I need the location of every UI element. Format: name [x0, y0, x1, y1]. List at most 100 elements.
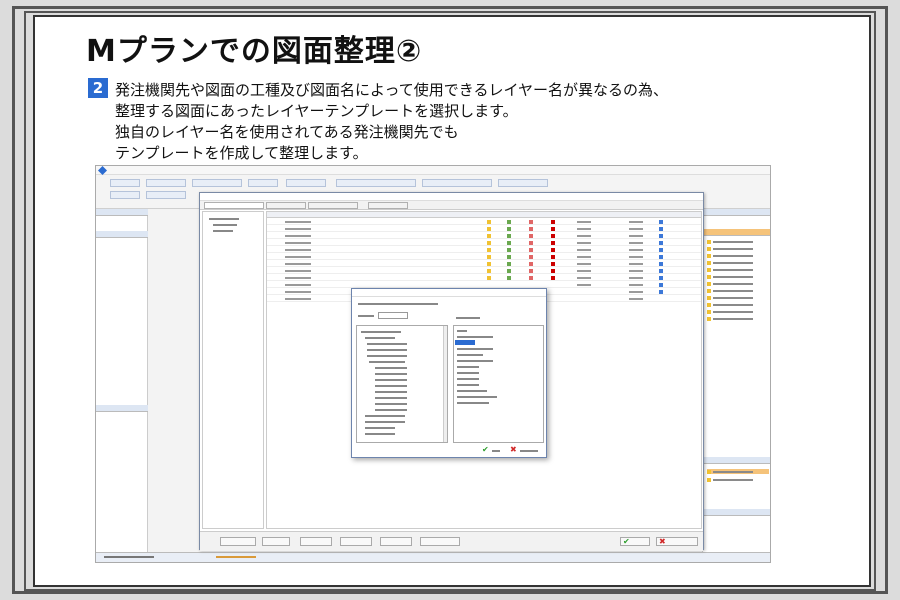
layer-row[interactable]	[707, 253, 769, 258]
layer-row-selected[interactable]	[707, 469, 769, 474]
list-item[interactable]	[457, 354, 483, 356]
status-text	[104, 556, 154, 558]
layer-row[interactable]	[707, 288, 769, 293]
ok-label	[492, 450, 500, 452]
dialog-button[interactable]	[420, 537, 460, 546]
layer-row[interactable]	[707, 477, 769, 482]
body-line-1: 発注機関先や図面の工種及び図面名によって使用できるレイヤー名が異なるの為、	[115, 81, 669, 99]
left-panel-header	[96, 405, 148, 412]
tree-item[interactable]	[375, 397, 407, 399]
table-row[interactable]	[267, 268, 701, 274]
tree-item[interactable]	[365, 433, 395, 435]
list-item[interactable]	[457, 384, 479, 386]
tree-item[interactable]	[365, 421, 405, 423]
tree-item[interactable]	[375, 373, 407, 375]
dialog-button[interactable]	[220, 537, 256, 546]
tree-item[interactable]	[375, 391, 407, 393]
table-row[interactable]	[267, 275, 701, 281]
tree-item[interactable]	[375, 379, 407, 381]
list-item[interactable]	[457, 360, 493, 362]
slide-title: Mプランでの図面整理②	[86, 34, 423, 69]
ribbon-button[interactable]	[422, 179, 492, 187]
dialog-button[interactable]	[300, 537, 332, 546]
tab[interactable]	[368, 202, 408, 209]
layer-row[interactable]	[707, 239, 769, 244]
dialog-titlebar	[352, 289, 546, 297]
ribbon-button[interactable]	[146, 191, 186, 199]
dialog-button[interactable]	[340, 537, 372, 546]
list-item[interactable]	[457, 336, 493, 338]
scrollbar[interactable]	[443, 326, 447, 442]
table-row[interactable]	[267, 240, 701, 246]
ribbon-button[interactable]	[146, 179, 186, 187]
category-dropdown[interactable]	[378, 312, 408, 319]
ribbon-button[interactable]	[192, 179, 242, 187]
tree-item[interactable]	[367, 343, 407, 345]
table-row[interactable]	[267, 219, 701, 225]
category-tree[interactable]	[356, 325, 448, 443]
check-icon: ✔	[623, 537, 630, 546]
tree-item[interactable]	[365, 415, 405, 417]
dialog-button-bar: ✔ ✖	[200, 531, 703, 551]
close-x-icon[interactable]: ✖	[510, 445, 517, 454]
tab[interactable]	[308, 202, 358, 209]
table-row[interactable]	[267, 247, 701, 253]
list-item[interactable]	[457, 348, 493, 350]
ok-button[interactable]: ✔	[620, 537, 650, 546]
dialog-button[interactable]	[380, 537, 412, 546]
body-line-4: テンプレートを作成して整理します。	[115, 144, 368, 162]
list-item[interactable]	[457, 330, 467, 332]
tree-item[interactable]	[375, 385, 407, 387]
tab[interactable]	[266, 202, 306, 209]
tree-item[interactable]	[369, 361, 405, 363]
tree-item[interactable]	[213, 224, 237, 226]
ribbon-button[interactable]	[110, 191, 140, 199]
template-tree[interactable]	[202, 211, 264, 529]
ribbon-button[interactable]	[286, 179, 326, 187]
list-item-selected[interactable]	[455, 340, 475, 345]
dialog-titlebar	[200, 193, 703, 201]
body-line-3: 独自のレイヤー名を使用されてある発注機関先でも	[115, 123, 459, 141]
layer-row[interactable]	[707, 267, 769, 272]
table-row[interactable]	[267, 226, 701, 232]
app-screenshot: ✔ ✖ ✔ ✖	[95, 165, 771, 563]
dialog-button[interactable]	[262, 537, 290, 546]
layer-row[interactable]	[707, 281, 769, 286]
list-item[interactable]	[457, 402, 489, 404]
tree-item[interactable]	[365, 427, 395, 429]
tab-active[interactable]	[204, 202, 264, 209]
tree-item[interactable]	[365, 337, 395, 339]
ribbon-button[interactable]	[110, 179, 140, 187]
cancel-button[interactable]: ✖	[656, 537, 698, 546]
ribbon-button[interactable]	[248, 179, 278, 187]
layer-row[interactable]	[707, 309, 769, 314]
template-list[interactable]	[453, 325, 544, 443]
tree-item[interactable]	[367, 355, 407, 357]
close-x-icon: ✖	[659, 537, 666, 546]
table-row[interactable]	[267, 261, 701, 267]
tree-item[interactable]	[361, 331, 401, 333]
tree-item[interactable]	[213, 230, 233, 232]
list-item[interactable]	[457, 378, 479, 380]
table-row[interactable]	[267, 254, 701, 260]
list-item[interactable]	[457, 390, 487, 392]
check-icon[interactable]: ✔	[482, 445, 489, 454]
ribbon-button[interactable]	[336, 179, 416, 187]
list-item[interactable]	[457, 366, 479, 368]
layer-row[interactable]	[707, 246, 769, 251]
tree-item[interactable]	[209, 218, 239, 220]
list-item[interactable]	[457, 396, 497, 398]
tree-item[interactable]	[375, 403, 407, 405]
list-item[interactable]	[457, 372, 479, 374]
tree-item[interactable]	[367, 349, 407, 351]
ribbon-button[interactable]	[498, 179, 548, 187]
layer-row[interactable]	[707, 316, 769, 321]
layer-row[interactable]	[707, 302, 769, 307]
tree-item[interactable]	[375, 367, 407, 369]
grid-header	[267, 212, 701, 218]
layer-row[interactable]	[707, 295, 769, 300]
tree-item[interactable]	[375, 409, 407, 411]
layer-row[interactable]	[707, 274, 769, 279]
layer-row[interactable]	[707, 260, 769, 265]
table-row[interactable]	[267, 233, 701, 239]
